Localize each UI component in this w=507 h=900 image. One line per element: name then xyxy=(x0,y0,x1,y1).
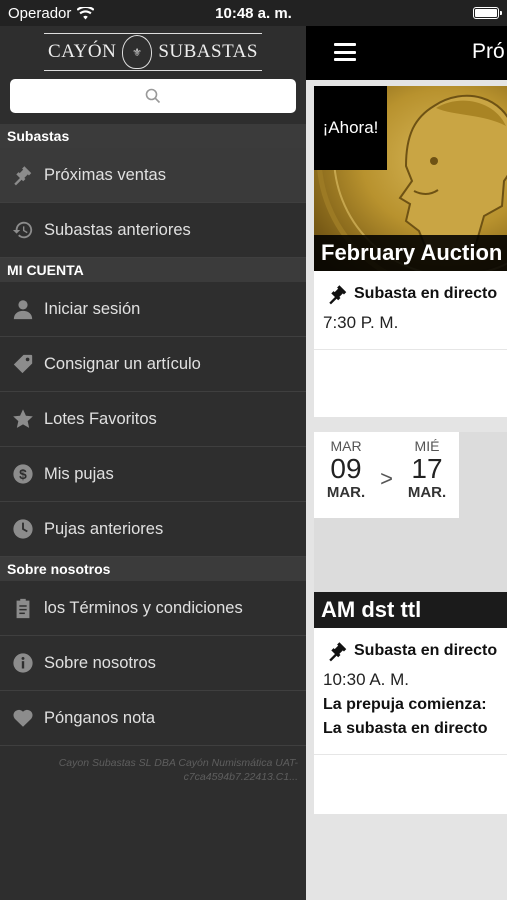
auction-card[interactable]: ¡Ahora! February Auction Subasta en dire… xyxy=(314,86,507,417)
live-auction-row: Subasta en directo xyxy=(314,271,507,305)
menu-item-sobre-nosotros[interactable]: Sobre nosotros xyxy=(0,636,306,691)
start-weekday: MAR xyxy=(330,438,362,454)
divider xyxy=(314,754,507,755)
info-icon xyxy=(12,652,34,674)
menu-item-label: Lotes Favoritos xyxy=(44,409,157,428)
live-auction-row: Subasta en directo xyxy=(314,628,507,662)
date-arrow: > xyxy=(380,466,393,491)
section-sobre-nosotros: Sobre nosotros xyxy=(0,557,306,581)
live-auction-label: Subasta en directo xyxy=(354,642,498,659)
live-auction-label: Subasta en directo xyxy=(354,285,498,302)
start-date: MAR 09 MAR. xyxy=(314,432,378,518)
auction-title: AM dst ttl xyxy=(314,592,507,628)
menu-item-label: Pujas anteriores xyxy=(44,519,164,538)
build-info-line1: Cayon Subastas SL DBA Cayón Numismática … xyxy=(58,757,298,769)
battery-icon xyxy=(473,7,502,19)
search-input[interactable] xyxy=(10,79,296,113)
end-date: MIÉ 17 MAR. xyxy=(395,432,459,518)
tag-icon xyxy=(12,353,34,375)
heart-icon xyxy=(12,707,34,729)
brand-logo: CAYÓN ⚜ SUBASTAS xyxy=(0,26,306,78)
section-mi-cuenta: MI CUENTA xyxy=(0,258,306,282)
live-now-badge: ¡Ahora! xyxy=(314,86,387,170)
wifi-icon xyxy=(77,6,95,19)
clipboard-icon xyxy=(12,597,34,619)
menu-item-label: Subastas anteriores xyxy=(44,220,191,239)
auction-time: 10:30 A. M. xyxy=(323,670,409,689)
side-drawer: CAYÓN ⚜ SUBASTAS Subastas Próximas venta… xyxy=(0,26,306,900)
brand-left: CAYÓN xyxy=(48,41,117,62)
start-day: 09 xyxy=(330,453,362,484)
build-info: Cayon Subastas SL DBA Cayón Numismática … xyxy=(0,746,306,784)
menu-item-proximas-ventas[interactable]: Próximas ventas xyxy=(0,148,306,203)
menu-item-label: Próximas ventas xyxy=(44,165,166,184)
main-panel: Pró ¡Ahora! February Auction Subasta en … xyxy=(306,26,507,900)
svg-text:$: $ xyxy=(19,467,27,482)
status-bar: Operador 10:48 a. m. xyxy=(0,0,507,26)
clock-icon xyxy=(12,518,34,540)
page-title: Pró xyxy=(472,40,505,63)
brand-right: SUBASTAS xyxy=(158,41,258,62)
end-month: MAR. xyxy=(407,484,447,501)
history-icon xyxy=(12,219,34,241)
menu-item-mis-pujas[interactable]: $ Mis pujas xyxy=(0,447,306,502)
end-day: 17 xyxy=(411,453,443,484)
menu-item-terminos[interactable]: los Términos y condiciones xyxy=(0,581,306,636)
user-icon xyxy=(12,298,34,320)
date-range: MAR 09 MAR. > MIÉ 17 MAR. xyxy=(314,432,459,518)
live-start: La subasta en directo xyxy=(323,720,488,737)
end-weekday: MIÉ xyxy=(414,438,440,454)
section-subastas: Subastas xyxy=(0,124,306,148)
build-info-line2: c7ca4594b7.22413.C1... xyxy=(183,771,298,783)
auction-card[interactable]: MAR 09 MAR. > MIÉ 17 MAR. AM dst ttl Sub… xyxy=(314,432,507,814)
menu-item-label: Iniciar sesión xyxy=(44,299,141,318)
auction-image: ¡Ahora! February Auction xyxy=(314,86,507,271)
menu-icon[interactable] xyxy=(334,43,356,61)
start-month: MAR. xyxy=(326,484,366,501)
carrier-label: Operador xyxy=(8,4,72,22)
gavel-icon xyxy=(329,285,347,305)
dollar-icon: $ xyxy=(12,463,34,485)
search-icon xyxy=(145,88,161,104)
menu-item-label: Sobre nosotros xyxy=(44,653,156,672)
menu-item-label: los Términos y condiciones xyxy=(44,598,243,617)
carrier: Operador xyxy=(8,4,95,22)
menu-item-pujas-anteriores[interactable]: Pujas anteriores xyxy=(0,502,306,557)
star-icon xyxy=(12,408,34,430)
auction-image-placeholder: MAR 09 MAR. > MIÉ 17 MAR. AM dst ttl xyxy=(314,432,507,628)
menu-item-consignar[interactable]: Consignar un artículo xyxy=(0,337,306,392)
divider xyxy=(314,349,507,350)
prebid-start: La prepuja comienza: xyxy=(323,696,487,713)
menu-item-label: Pónganos nota xyxy=(44,708,156,727)
menu-item-iniciar-sesion[interactable]: Iniciar sesión xyxy=(0,282,306,337)
menu-item-label: Mis pujas xyxy=(44,464,114,483)
menu-item-label: Consignar un artículo xyxy=(44,354,201,373)
menu-item-ponganos-nota[interactable]: Pónganos nota xyxy=(0,691,306,746)
nav-bar: Pró xyxy=(306,26,507,80)
crest-icon: ⚜ xyxy=(122,35,153,69)
auction-time: 7:30 P. M. xyxy=(323,313,399,332)
gavel-icon xyxy=(329,642,347,662)
auction-title: February Auction xyxy=(314,235,507,271)
menu-item-subastas-anteriores[interactable]: Subastas anteriores xyxy=(0,203,306,258)
menu-item-lotes-favoritos[interactable]: Lotes Favoritos xyxy=(0,392,306,447)
gavel-icon xyxy=(12,164,34,186)
